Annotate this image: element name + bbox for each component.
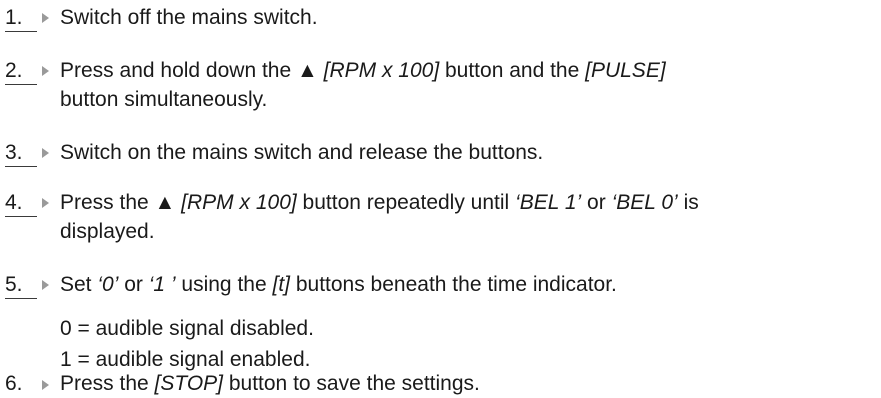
- arrow-icon: [42, 280, 49, 290]
- step-number: 2.: [5, 56, 37, 85]
- arrow-icon: [42, 13, 49, 23]
- arrow-icon: [42, 198, 49, 208]
- step-text: Switch off the mains switch.: [60, 6, 318, 29]
- step-text: Set ‘0’ or ‘1 ’ using the [t] buttons be…: [60, 273, 617, 296]
- arrow-icon: [42, 148, 49, 158]
- step-text: Press and hold down the ▲ [RPM x 100] bu…: [60, 59, 666, 111]
- step-text: Press the [STOP] button to save the sett…: [60, 372, 480, 395]
- step-text: Switch on the mains switch and release t…: [60, 141, 544, 164]
- step-number: 6.: [5, 372, 23, 395]
- step-number: 3.: [5, 138, 37, 167]
- arrow-icon: [42, 380, 49, 390]
- step-text: Press the ▲ [RPM x 100] button repeatedl…: [60, 191, 699, 243]
- step-number: 1.: [5, 3, 37, 32]
- step-number: 5.: [5, 270, 37, 299]
- note-disabled: 0 = audible signal disabled.: [60, 317, 314, 340]
- step-number: 4.: [5, 188, 37, 217]
- instruction-list: 1. Switch off the mains switch. 2. Press…: [0, 0, 881, 398]
- arrow-icon: [42, 66, 49, 76]
